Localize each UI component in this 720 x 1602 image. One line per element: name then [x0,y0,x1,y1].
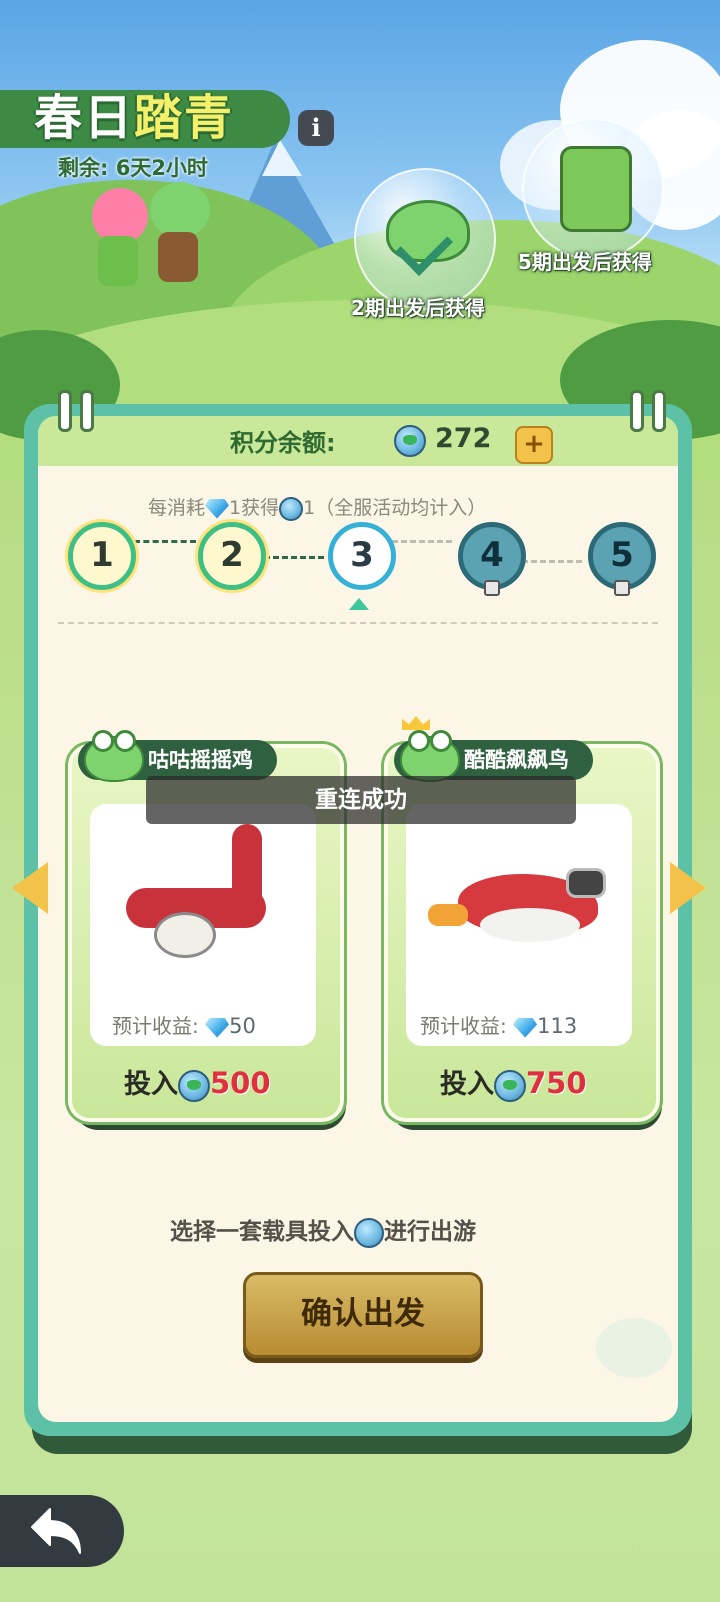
vehicle-invest: 投入 500 [124,1066,271,1102]
back-arrow-icon [31,1508,81,1554]
vehicle-profit: 预计收益: 50 [112,1014,256,1038]
event-title: 春日踏青 [34,90,235,146]
instruction-text: 选择一套载具投入 进行出游 [170,1212,476,1248]
stage-path [264,556,324,559]
diamond-icon [205,498,230,519]
points-coin-icon [279,496,304,521]
lock-icon [484,580,500,596]
bird-belly [480,908,580,942]
green-jacket-icon [560,146,632,232]
diamond-icon [513,1017,538,1038]
vehicle-invest: 投入 750 [440,1066,587,1102]
next-arrow-icon[interactable] [670,862,706,914]
stage-4-wrapper[interactable]: 4 [458,522,526,596]
balance-label: 积分余额: [230,429,336,457]
confirm-depart-button[interactable]: 确认出发 [243,1272,483,1358]
diamond-icon [205,1017,230,1038]
add-points-button[interactable]: + [515,426,553,464]
jet-booster [428,904,468,926]
remaining-time: 剩余: 6天2小时 [58,156,208,180]
toast-message: 重连成功 [146,776,576,824]
stage-1[interactable]: 1 [68,522,136,590]
points-coin-icon [494,1069,526,1102]
info-icon[interactable]: i [298,110,334,146]
binder-ring [80,390,94,432]
character-body [158,232,198,282]
goggles [566,868,606,898]
points-coin-icon [394,425,426,457]
stage-path [392,540,452,543]
reward-bubble-jacket[interactable] [522,118,664,260]
points-coin-icon [178,1069,210,1102]
chicken-neck [232,824,262,914]
frog-icon [84,730,144,782]
binder-ring [652,390,666,432]
stage-5-wrapper[interactable]: 5 [588,522,656,596]
rule-text: 每消耗 1获得 1（全服活动均计入） [148,496,487,521]
balance-value: 272 [435,423,492,454]
binder-ring [58,390,72,432]
stage-3[interactable]: 3 [328,522,396,590]
character-body [98,236,138,286]
reward-label: 5期出发后获得 [518,250,652,274]
points-coin-icon [354,1217,384,1248]
reward-label: 2期出发后获得 [351,296,485,320]
character-frog-hat [150,182,210,238]
previous-arrow-icon[interactable] [12,862,48,914]
current-stage-pointer [349,598,369,610]
lock-icon [614,580,630,596]
reward-bubble-frog-hat[interactable] [354,168,496,310]
chicken-wheel [154,912,216,958]
divider [58,622,658,624]
panel-header [38,416,678,466]
binder-ring [630,390,644,432]
vehicle-profit: 预计收益: 113 [420,1014,578,1038]
frog-watermark-icon [596,1318,672,1378]
stage-path [522,560,582,563]
stage-2[interactable]: 2 [198,522,266,590]
